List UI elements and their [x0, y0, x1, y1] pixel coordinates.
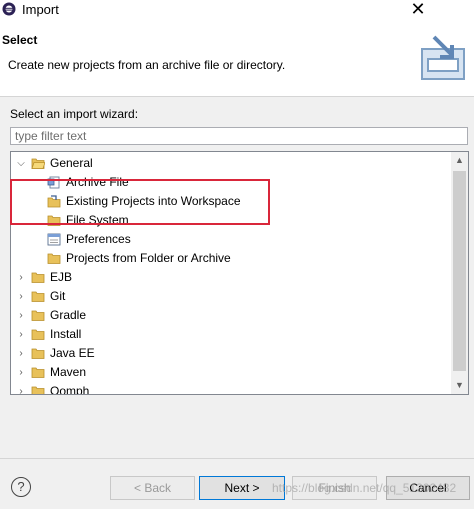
folder-open-icon: [31, 158, 45, 169]
tree-item-file-system[interactable]: File System: [11, 211, 451, 230]
tree-item-projects-from-folder[interactable]: Projects from Folder or Archive: [11, 249, 451, 268]
tree-item-gradle[interactable]: › Gradle: [11, 306, 451, 325]
tree-item-git[interactable]: › Git: [11, 287, 451, 306]
tree-item-archive-file[interactable]: Archive File: [11, 173, 451, 192]
tree-item-maven[interactable]: › Maven: [11, 363, 451, 382]
page-description: Create new projects from an archive file…: [8, 58, 286, 72]
tree-item-label: EJB: [50, 270, 73, 284]
tree-item-install[interactable]: › Install: [11, 325, 451, 344]
eclipse-app-icon: [2, 2, 16, 16]
wizard-list-label: Select an import wizard:: [10, 107, 139, 121]
collapsed-chevron-icon[interactable]: ›: [15, 344, 27, 363]
close-icon[interactable]: ✕: [408, 0, 428, 18]
finish-button[interactable]: Finish: [292, 476, 377, 500]
tree-item-java-ee[interactable]: › Java EE: [11, 344, 451, 363]
window-title: Import: [22, 2, 59, 17]
folder-icon: [31, 291, 45, 302]
tree-item-label: Maven: [50, 365, 87, 379]
collapsed-chevron-icon[interactable]: ›: [15, 268, 27, 287]
collapsed-chevron-icon[interactable]: ›: [15, 363, 27, 382]
preferences-icon: [47, 233, 61, 246]
tree-item-label: File System: [66, 213, 129, 227]
tree-item-label: Gradle: [50, 308, 87, 322]
folder-icon: [31, 329, 45, 340]
tree-item-label: Install: [50, 327, 82, 341]
tree-item-general[interactable]: ⌵ General: [11, 154, 451, 173]
folder-icon: [31, 386, 45, 394]
scroll-up-icon[interactable]: ▲: [451, 152, 468, 169]
tree-item-oomph[interactable]: › Oomph: [11, 382, 451, 395]
tree-item-label: Oomph: [50, 384, 90, 395]
tree-item-existing-projects[interactable]: Existing Projects into Workspace: [11, 192, 451, 211]
tree-item-label: General: [50, 156, 93, 170]
filter-input[interactable]: [10, 127, 468, 145]
collapsed-chevron-icon[interactable]: ›: [15, 382, 27, 394]
tree-item-label: Preferences: [66, 232, 131, 246]
next-button[interactable]: Next >: [199, 476, 285, 500]
existing-projects-icon: [47, 195, 61, 208]
expanded-chevron-icon[interactable]: ⌵: [15, 154, 27, 173]
title-bar: Import ✕: [0, 0, 474, 20]
folder-icon: [31, 367, 45, 378]
wizard-tree[interactable]: ⌵ General Archive File Existing Projects…: [10, 151, 469, 395]
page-title: Select: [2, 33, 38, 47]
wizard-header: Select Create new projects from an archi…: [0, 20, 474, 97]
cancel-button[interactable]: Cancel: [386, 476, 470, 500]
tree-item-preferences[interactable]: Preferences: [11, 230, 451, 249]
scrollbar-thumb[interactable]: [453, 171, 466, 371]
import-wizard-icon: [421, 35, 465, 80]
tree-item-label: Existing Projects into Workspace: [66, 194, 241, 208]
wizard-footer: ? < Back Next > Finish Cancel: [0, 458, 474, 509]
back-button[interactable]: < Back: [110, 476, 195, 500]
scroll-down-icon[interactable]: ▼: [451, 377, 468, 394]
folder-icon: [31, 310, 45, 321]
help-icon[interactable]: ?: [11, 477, 31, 497]
tree-scrollbar[interactable]: ▲ ▼: [451, 152, 468, 394]
tree-item-label: Projects from Folder or Archive: [66, 251, 231, 265]
tree-item-label: Archive File: [66, 175, 129, 189]
folder-icon: [47, 253, 61, 264]
tree-item-ejb[interactable]: › EJB: [11, 268, 451, 287]
tree-item-label: Git: [50, 289, 66, 303]
collapsed-chevron-icon[interactable]: ›: [15, 306, 27, 325]
archive-file-icon: [47, 176, 60, 189]
folder-icon: [47, 215, 61, 226]
folder-icon: [31, 272, 45, 283]
tree-item-label: Java EE: [50, 346, 95, 360]
collapsed-chevron-icon[interactable]: ›: [15, 325, 27, 344]
collapsed-chevron-icon[interactable]: ›: [15, 287, 27, 306]
folder-icon: [31, 348, 45, 359]
